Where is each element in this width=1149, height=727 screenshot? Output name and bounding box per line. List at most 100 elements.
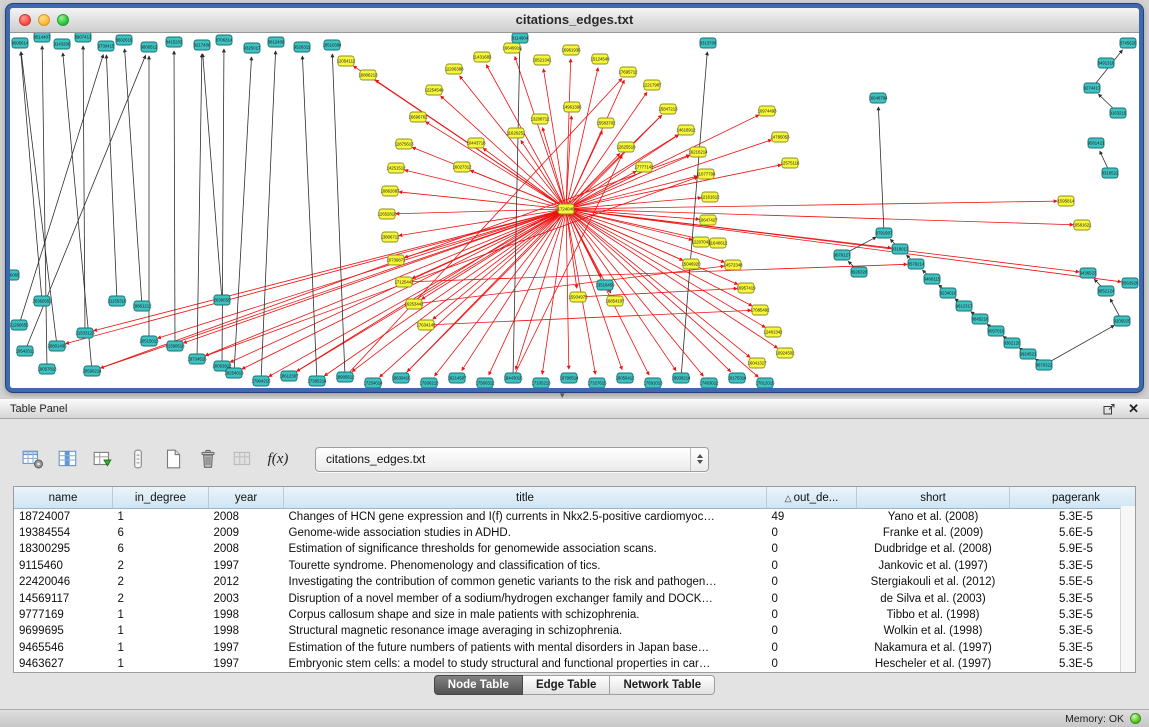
- cell-pagerank[interactable]: 5.3E-5: [1010, 656, 1137, 672]
- graph-node[interactable]: 10739871: [386, 255, 406, 265]
- graph-node[interactable]: 8926328: [851, 267, 868, 277]
- cell-in_degree[interactable]: 1: [113, 623, 209, 639]
- graph-edge[interactable]: [422, 209, 566, 299]
- cell-title[interactable]: Genome-wide association studies in ADHD.: [284, 525, 767, 541]
- graph-edge[interactable]: [566, 209, 1073, 225]
- graph-node[interactable]: 18612307: [279, 371, 299, 381]
- cell-in_degree[interactable]: 2: [113, 590, 209, 606]
- graph-node[interactable]: 12875613: [394, 139, 414, 149]
- graph-node[interactable]: 8791907: [876, 228, 893, 238]
- graph-edge[interactable]: [332, 54, 345, 377]
- graph-node[interactable]: 18056412: [615, 373, 635, 383]
- graph-node[interactable]: 12575116: [781, 158, 800, 168]
- tab-network-table[interactable]: Network Table: [610, 675, 715, 695]
- graph-node[interactable]: 9730415: [98, 41, 115, 51]
- column-header-year[interactable]: year: [209, 487, 284, 509]
- column-header-in_degree[interactable]: in_degree: [113, 487, 209, 509]
- delete-table-icon[interactable]: [195, 447, 221, 472]
- cell-name[interactable]: 14569117: [14, 590, 113, 606]
- cell-pagerank[interactable]: 5.6E-5: [1010, 525, 1137, 541]
- graph-node[interactable]: 17125441: [394, 277, 414, 287]
- graph-node[interactable]: 17385214: [307, 376, 327, 386]
- graph-node[interactable]: 9079127: [834, 250, 851, 260]
- network-window-titlebar[interactable]: citations_edges.txt: [10, 8, 1139, 33]
- graph-node[interactable]: 10862687: [380, 186, 400, 196]
- graph-node[interactable]: 9581421: [1088, 138, 1105, 148]
- graph-node[interactable]: 10521341: [532, 55, 552, 65]
- cell-in_degree[interactable]: 2: [113, 574, 209, 590]
- cell-pagerank[interactable]: 5.3E-5: [1010, 607, 1137, 623]
- graph-edge[interactable]: [566, 165, 781, 209]
- graph-node[interactable]: 8114904: [512, 33, 529, 43]
- graph-edge[interactable]: [289, 135, 678, 376]
- table-function-icon[interactable]: [90, 447, 116, 472]
- table-scrollbar[interactable]: [1120, 506, 1135, 672]
- cell-title[interactable]: Estimation of the future numbers of pati…: [284, 640, 767, 656]
- graph-node[interactable]: 11626251: [507, 128, 526, 138]
- graph-node[interactable]: 18254013: [224, 368, 244, 378]
- graph-node[interactable]: 17936213: [419, 378, 439, 388]
- graph-node[interactable]: 20515013: [139, 336, 159, 346]
- graph-node[interactable]: 16854107: [605, 296, 625, 306]
- cell-year[interactable]: 2009: [209, 525, 284, 541]
- graph-node[interactable]: 18175314: [727, 373, 747, 383]
- graph-node[interactable]: 18790514: [559, 373, 579, 383]
- graph-node[interactable]: 12161612: [700, 192, 720, 202]
- cell-out_degree[interactable]: 0: [767, 656, 857, 672]
- graph-node[interactable]: 16216214: [688, 147, 708, 157]
- table-row[interactable]: 1456911722003Disruption of a novel membe…: [14, 590, 1136, 606]
- graph-edge[interactable]: [203, 54, 222, 300]
- cell-pagerank[interactable]: 5.3E-5: [1010, 623, 1137, 639]
- cell-title[interactable]: Changes of HCN gene expression and I(f) …: [284, 509, 767, 525]
- cell-out_degree[interactable]: 0: [767, 525, 857, 541]
- cell-pagerank[interactable]: 5.3E-5: [1010, 509, 1137, 525]
- column-header-short[interactable]: short: [857, 487, 1010, 509]
- cell-out_degree[interactable]: 0: [767, 558, 857, 574]
- cell-year[interactable]: 2008: [209, 509, 284, 525]
- cell-name[interactable]: 18300295: [14, 541, 113, 557]
- graph-node[interactable]: 9325017: [244, 43, 261, 53]
- cell-pagerank[interactable]: 5.3E-5: [1010, 640, 1137, 656]
- cell-pagerank[interactable]: 5.9E-5: [1010, 541, 1137, 557]
- table-row[interactable]: 946554611997Estimation of the future num…: [14, 640, 1136, 656]
- cell-out_degree[interactable]: 0: [767, 623, 857, 639]
- cell-out_degree[interactable]: 0: [767, 607, 857, 623]
- graph-node[interactable]: 10581621: [1072, 220, 1092, 230]
- graph-node[interactable]: 18443015: [503, 373, 523, 383]
- graph-node[interactable]: 17777142: [634, 162, 654, 172]
- column-header-out_degree[interactable]: △out_de...: [767, 487, 857, 509]
- graph-node[interactable]: 2126065: [10, 270, 20, 280]
- cell-short[interactable]: Franke et al. (2009): [857, 525, 1010, 541]
- graph-edge[interactable]: [197, 54, 202, 359]
- graph-node[interactable]: 13208712: [530, 114, 550, 124]
- cell-name[interactable]: 9463627: [14, 656, 113, 672]
- graph-edge[interactable]: [94, 209, 566, 331]
- graph-node[interactable]: 16696761: [408, 112, 428, 122]
- graph-node[interactable]: 19057813: [37, 364, 57, 374]
- cell-in_degree[interactable]: 1: [113, 640, 209, 656]
- graph-edge[interactable]: [21, 52, 42, 301]
- fx-icon[interactable]: f(x): [265, 447, 291, 472]
- graph-node[interactable]: 18510304: [322, 40, 342, 50]
- graph-node[interactable]: 16041317: [747, 358, 767, 368]
- graph-node[interactable]: 14618912: [676, 125, 696, 135]
- graph-edge[interactable]: [222, 49, 224, 366]
- graph-node[interactable]: 8318522: [1102, 168, 1119, 178]
- cell-year[interactable]: 1998: [209, 607, 284, 623]
- graph-node[interactable]: 11431683: [473, 52, 492, 62]
- graph-node[interactable]: 13518459: [595, 280, 615, 290]
- graph-node[interactable]: 9468115: [924, 274, 941, 284]
- graph-node[interactable]: 8313706: [700, 38, 717, 48]
- graph-node[interactable]: 8812409: [268, 37, 285, 47]
- table-row[interactable]: 969969511998Structural magnetic resonanc…: [14, 623, 1136, 639]
- graph-node[interactable]: 8415203: [166, 37, 183, 47]
- graph-edge[interactable]: [878, 107, 884, 233]
- graph-node[interactable]: 9528311: [294, 42, 311, 52]
- cell-name[interactable]: 9465546: [14, 640, 113, 656]
- graph-edge[interactable]: [302, 56, 317, 381]
- cell-short[interactable]: de Silva et al. (2003): [857, 590, 1010, 606]
- graph-node[interactable]: 20590214: [82, 366, 102, 376]
- graph-node[interactable]: 19734516: [187, 354, 207, 364]
- graph-node[interactable]: 2636055: [214, 295, 231, 305]
- cell-name[interactable]: 22420046: [14, 574, 113, 590]
